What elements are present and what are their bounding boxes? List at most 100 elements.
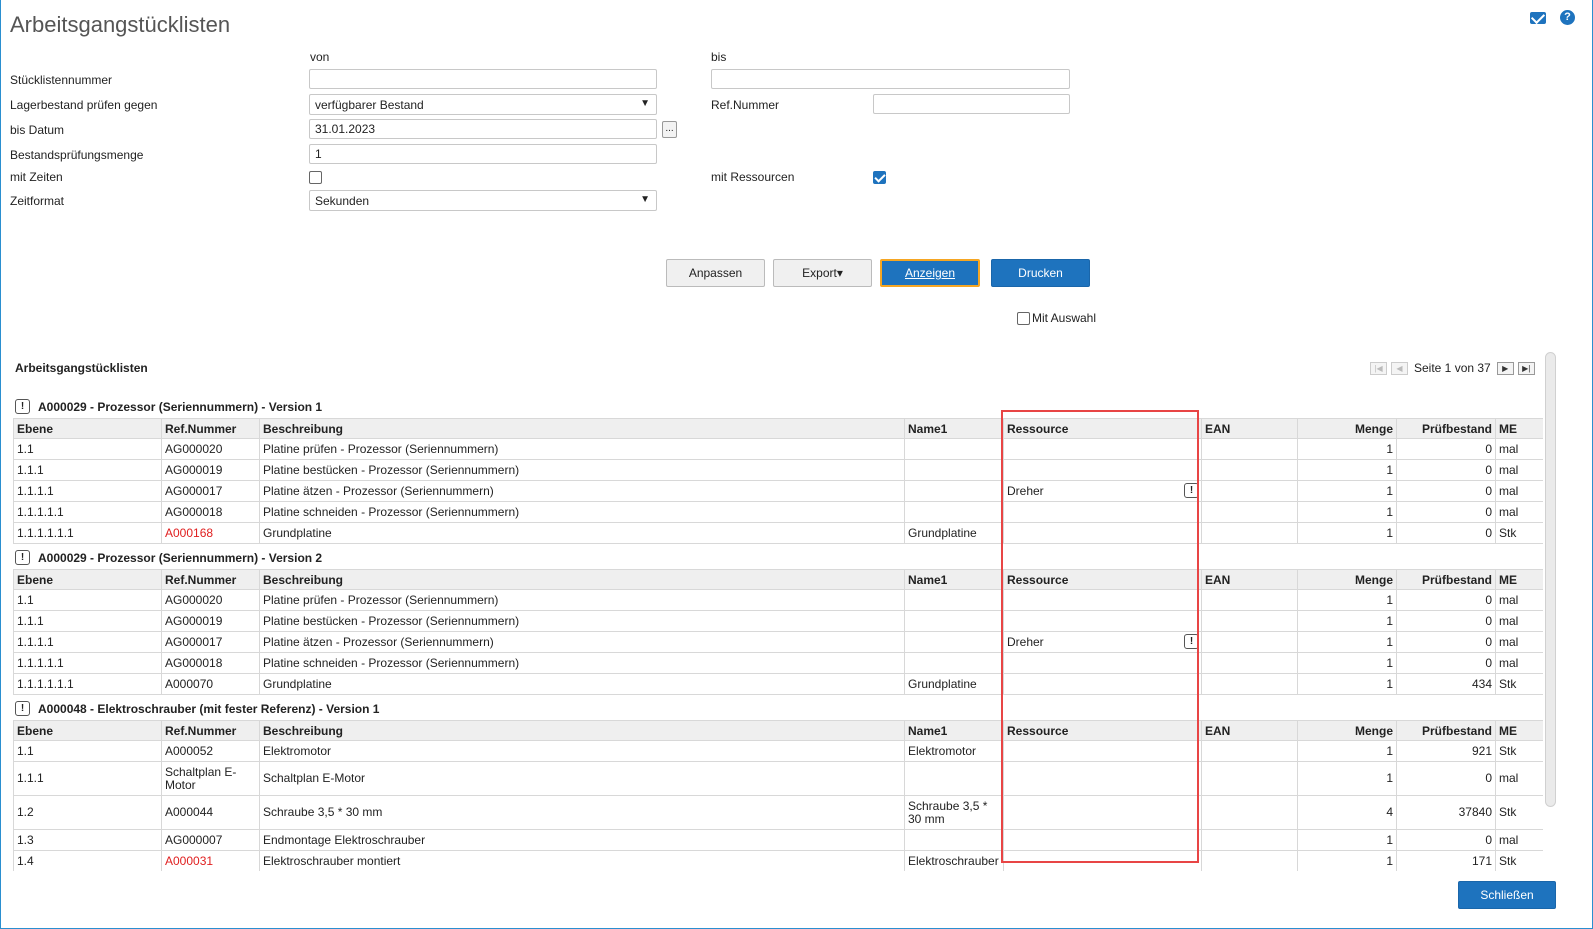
table-row[interactable]: 1.3 AG000007 Endmontage Elektroschrauber 1 0… — [13, 829, 1543, 851]
column-header[interactable]: ME — [1495, 418, 1543, 439]
cell-pruef: 434 — [1396, 673, 1496, 695]
table-row[interactable]: 1.4 A000031 Elektroschrauber montiert Elekt… — [13, 850, 1543, 871]
cell-ebene: 1.1.1.1 — [13, 631, 162, 653]
table-row[interactable]: 1.1 AG000020 Platine prüfen - Prozessor (S… — [13, 589, 1543, 611]
column-header[interactable]: Name1 — [904, 720, 1004, 741]
table-row[interactable]: 1.1.1 AG000019 Platine bestücken - Prozess… — [13, 610, 1543, 632]
cell-text: Platine prüfen - Prozessor (Seriennummer… — [263, 442, 499, 456]
table-row[interactable]: 1.1 A000052 Elektromotor Elektromotor 1 921 St… — [13, 740, 1543, 762]
table-row[interactable]: 1.1.1.1 AG000017 Platine ätzen - Prozessor… — [13, 480, 1543, 502]
cell-ressource — [1003, 829, 1202, 851]
cell-text: Elektroschrauber montiert — [263, 854, 401, 868]
table-row[interactable]: 1.1 AG000020 Platine prüfen - Prozessor (S… — [13, 438, 1543, 460]
mit-zeiten-checkbox[interactable] — [309, 171, 322, 184]
drucken-button[interactable]: Drucken — [991, 259, 1090, 287]
cell-desc: Platine ätzen - Prozessor (Seriennummern… — [259, 631, 905, 653]
cell-me: Stk — [1495, 740, 1543, 762]
help-icon[interactable]: ? — [1560, 10, 1575, 25]
column-header[interactable]: Menge — [1297, 569, 1397, 590]
info-icon[interactable]: ! — [1184, 634, 1199, 649]
cell-pruef: 0 — [1396, 589, 1496, 611]
column-header[interactable]: Beschreibung — [259, 720, 905, 741]
zeitformat-select[interactable]: Sekunden ▼ — [309, 190, 657, 211]
column-header[interactable]: EAN — [1201, 418, 1298, 439]
column-header[interactable]: Name1 — [904, 418, 1004, 439]
column-header[interactable]: Beschreibung — [259, 569, 905, 590]
cell-ean — [1201, 459, 1298, 481]
mit-auswahl-checkbox[interactable] — [1017, 311, 1030, 325]
stuecklistennummer-von-input[interactable] — [309, 69, 657, 89]
info-icon[interactable]: ! — [1184, 483, 1199, 498]
table-row[interactable]: 1.1.1 Schaltplan E-Motor Schaltplan E-Moto… — [13, 761, 1543, 796]
cell-name1 — [904, 480, 1004, 502]
cell-ean — [1201, 610, 1298, 632]
date-picker-button[interactable]: ... — [662, 121, 677, 138]
column-header[interactable]: Ref.Nummer — [161, 720, 260, 741]
cell-name1 — [904, 631, 1004, 653]
stuecklistennummer-bis-input[interactable] — [711, 69, 1070, 89]
scrollbar[interactable] — [1545, 352, 1556, 807]
column-header[interactable]: Ref.Nummer — [161, 569, 260, 590]
column-header[interactable]: Prüfbestand — [1396, 418, 1496, 439]
column-header[interactable]: Prüfbestand — [1396, 720, 1496, 741]
table-row[interactable]: 1.1.1 AG000019 Platine bestücken - Prozess… — [13, 459, 1543, 481]
next-page-icon[interactable]: ▶ — [1496, 361, 1514, 375]
table-row[interactable]: 1.1.1.1.1.1 A000070 Grundplatine Grundplati… — [13, 673, 1543, 695]
bestandspruefungsmenge-input[interactable]: 1 — [309, 144, 657, 164]
cell-menge: 1 — [1297, 631, 1397, 653]
cell-name1 — [904, 652, 1004, 674]
column-header[interactable]: Name1 — [904, 569, 1004, 590]
cell-menge: 1 — [1297, 740, 1397, 762]
column-header[interactable]: ME — [1495, 569, 1543, 590]
cell-ebene: 1.3 — [13, 829, 162, 851]
mail-icon[interactable] — [1530, 11, 1546, 24]
column-header[interactable]: Menge — [1297, 418, 1397, 439]
column-header[interactable]: EAN — [1201, 720, 1298, 741]
column-header[interactable]: Ressource — [1003, 569, 1202, 590]
column-header[interactable]: Menge — [1297, 720, 1397, 741]
lagerbestand-select[interactable]: verfügbarer Bestand ▼ — [309, 94, 657, 115]
table-row[interactable]: 1.1.1.1 AG000017 Platine ätzen - Prozessor… — [13, 631, 1543, 653]
cell-ressource — [1003, 589, 1202, 611]
prev-page-icon[interactable]: ◀ — [1391, 361, 1408, 375]
refnummer-input[interactable] — [873, 94, 1070, 114]
column-header[interactable]: Ref.Nummer — [161, 418, 260, 439]
table-row[interactable]: 1.2 A000044 Schraube 3,5 * 30 mm Schraube 3… — [13, 795, 1543, 830]
info-icon[interactable]: ! — [15, 399, 30, 414]
first-page-icon[interactable]: |◀ — [1370, 361, 1387, 375]
column-header[interactable]: Ebene — [13, 418, 162, 439]
anpassen-button[interactable]: Anpassen — [666, 259, 765, 287]
cell-me: mal — [1495, 589, 1543, 611]
mit-ressourcen-checkbox[interactable] — [873, 171, 886, 184]
column-header[interactable]: Beschreibung — [259, 418, 905, 439]
column-header[interactable]: Ebene — [13, 720, 162, 741]
bis-datum-label: bis Datum — [10, 123, 65, 137]
cell-text: Stk — [1499, 854, 1517, 868]
cell-ean — [1201, 522, 1298, 544]
column-header[interactable]: Ressource — [1003, 418, 1202, 439]
column-header[interactable]: Ebene — [13, 569, 162, 590]
table-row[interactable]: 1.1.1.1.1 AG000018 Platine schneiden - Pro… — [13, 501, 1543, 523]
export-button[interactable]: Export▾ — [773, 259, 872, 287]
cell-me: mal — [1495, 438, 1543, 460]
info-icon[interactable]: ! — [15, 701, 30, 716]
column-header[interactable]: ME — [1495, 720, 1543, 741]
info-icon[interactable]: ! — [15, 550, 30, 565]
schliessen-button[interactable]: Schließen — [1458, 881, 1556, 909]
column-header[interactable]: Prüfbestand — [1396, 569, 1496, 590]
table-row[interactable]: 1.1.1.1.1.1 A000168 Grundplatine Grundplati… — [13, 522, 1543, 544]
bis-datum-input[interactable]: 31.01.2023 — [309, 119, 657, 139]
cell-text: Stk — [1499, 744, 1517, 758]
cell-pruef: 0 — [1396, 761, 1496, 796]
cell-text: Stk — [1499, 805, 1517, 819]
cell-text: 37840 — [1458, 805, 1492, 819]
cell-text: Grundplatine — [908, 526, 977, 540]
last-page-icon[interactable]: ▶| — [1517, 361, 1535, 375]
cell-me: mal — [1495, 631, 1543, 653]
cell-text: mal — [1499, 614, 1519, 628]
mit-auswahl[interactable]: Mit Auswahl — [1017, 311, 1096, 325]
column-header[interactable]: EAN — [1201, 569, 1298, 590]
column-header[interactable]: Ressource — [1003, 720, 1202, 741]
table-row[interactable]: 1.1.1.1.1 AG000018 Platine schneiden - Pro… — [13, 652, 1543, 674]
anzeigen-button[interactable]: Anzeigen — [880, 259, 980, 287]
